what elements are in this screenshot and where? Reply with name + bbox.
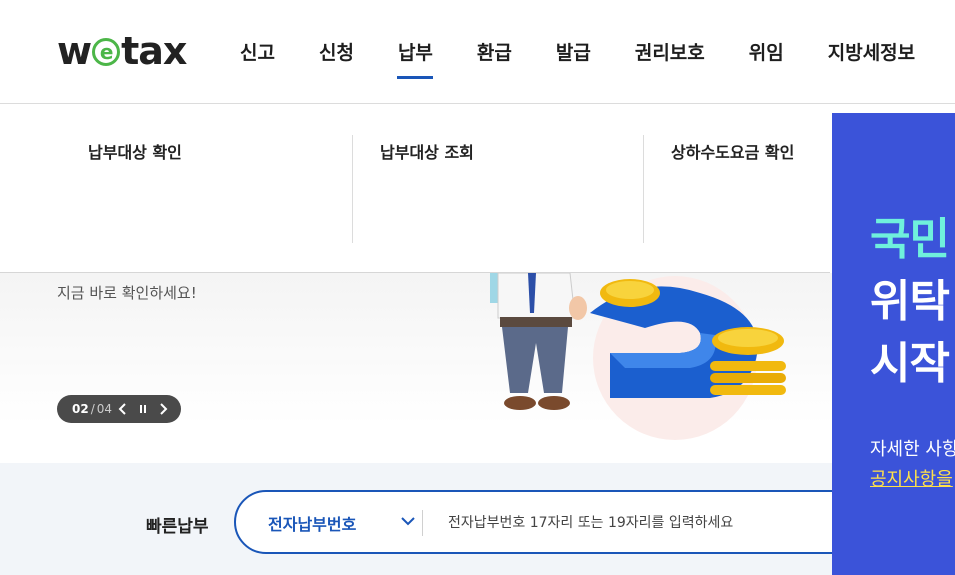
coin-stack: [710, 373, 786, 383]
hero-banner: 지금 바로 확인하세요! 02 / 04: [0, 273, 955, 463]
payment-number-input[interactable]: [448, 510, 828, 536]
coin-stack: [710, 361, 786, 371]
submenu-column: 납부대상 조회: [352, 135, 643, 243]
gold-coin: [606, 281, 654, 299]
popup-detail-text: 자세한 사항: [870, 439, 955, 460]
coin-stack: [710, 385, 786, 395]
popup-headline-3: 시작: [870, 338, 950, 389]
payment-type-select[interactable]: 전자납부번호: [268, 511, 418, 535]
hero-subtitle: 지금 바로 확인하세요!: [57, 284, 197, 302]
character-belt: [500, 317, 572, 327]
gold-coin: [718, 329, 778, 347]
payment-type-value: 전자납부번호: [268, 515, 357, 534]
submenu-column: 납부대상 확인: [0, 105, 352, 272]
character-shirt: [497, 273, 576, 319]
site-header: w e tax 신고 신청 납부 환급 발급 권리보호 위임 지방세정보: [0, 0, 955, 104]
quick-payment-section: 빠른납부 전자납부번호: [0, 463, 955, 575]
submenu-item-water-bill-check[interactable]: 상하수도요금 확인: [671, 139, 794, 163]
prev-icon[interactable]: [114, 399, 132, 419]
banner-pager: 02 / 04: [57, 395, 181, 423]
page: w e tax 신고 신청 납부 환급 발급 권리보호 위임 지방세정보 납부대상 …: [0, 0, 955, 575]
character-hand: [569, 296, 587, 320]
nav-item-payment[interactable]: 납부: [376, 36, 455, 76]
pager-current: 02: [72, 402, 89, 416]
nav-item-delegation[interactable]: 위임: [727, 36, 806, 76]
pause-icon[interactable]: [134, 399, 152, 419]
chevron-down-icon: [400, 513, 416, 533]
character-shoe: [504, 396, 536, 410]
character-pants: [502, 327, 568, 393]
quick-payment-box: 전자납부번호: [234, 490, 874, 554]
character-shoe: [538, 396, 570, 410]
popup-headline-1: 국민: [870, 214, 950, 265]
logo-w: w: [57, 29, 92, 73]
pager-total: 04: [96, 402, 113, 416]
quick-payment-title: 빠른납부: [146, 517, 209, 537]
pager-separator: /: [90, 402, 95, 416]
notice-popup[interactable]: 국민 위탁 시작 자세한 사항 공지사항을: [832, 113, 955, 575]
nav-item-report[interactable]: 신고: [218, 36, 297, 76]
submenu-item-search-payment-target[interactable]: 납부대상 조회: [380, 139, 474, 163]
nav-item-local-tax-info[interactable]: 지방세정보: [806, 36, 937, 76]
submenu-column: 상하수도요금 확인: [643, 135, 830, 243]
next-icon[interactable]: [154, 399, 172, 419]
popup-headline-2: 위탁: [870, 276, 950, 327]
banner-illustration: [490, 273, 786, 440]
logo-tax: tax: [121, 29, 187, 73]
payment-submenu: 납부대상 확인 납부대상 조회 상하수도요금 확인: [0, 105, 830, 273]
global-nav: 신고 신청 납부 환급 발급 권리보호 위임 지방세정보: [218, 36, 937, 76]
divider: [422, 510, 423, 536]
nav-item-rights[interactable]: 권리보호: [613, 36, 727, 76]
logo-e-circle: e: [92, 38, 121, 66]
wetax-logo[interactable]: w e tax: [57, 30, 197, 72]
submenu-item-check-payment-target[interactable]: 납부대상 확인: [88, 139, 182, 163]
popup-notice-link[interactable]: 공지사항을: [870, 465, 953, 491]
nav-item-refund[interactable]: 환급: [455, 36, 534, 76]
nav-item-apply[interactable]: 신청: [297, 36, 376, 76]
nav-item-issue[interactable]: 발급: [534, 36, 613, 76]
